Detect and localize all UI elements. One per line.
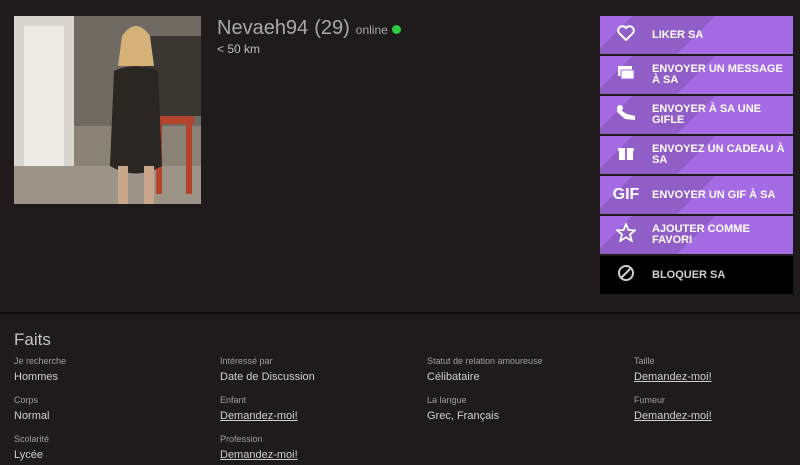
profile-age: (29) [314,17,350,39]
fact-looking-for: Je recherche Hommes [14,356,66,383]
fact-education: Scolarité Lycée [14,434,49,461]
fact-ask-me-link[interactable]: Demandez-moi! [220,410,298,422]
send-message-label: ENVOYER UN MESSAGE À SA [652,63,783,86]
fact-value: Date de Discussion [220,371,315,383]
profile-name: Nevaeh94 [217,17,309,39]
fact-key: Je recherche [14,356,67,366]
block-button[interactable]: BLOQUER SA [600,256,793,294]
send-gift-label: ENVOYEZ UN CADEAU À SA [652,143,785,166]
online-dot-icon [391,25,401,34]
fact-key: Profession [220,434,263,444]
fact-ask-me-link[interactable]: Demandez-moi! [220,449,298,461]
name-line: Nevaeh94 (29) online [217,17,401,40]
profile-distance: < 50 km [217,42,261,56]
block-label: BLOQUER SA [652,268,726,281]
profile-photo[interactable] [14,16,201,204]
send-gif-label: ENVOYER UN GIF À SA [652,188,776,201]
fact-language: La langue Grec, Français [427,395,499,422]
fact-children: Enfant Demandez-moi! [220,395,298,422]
fact-value: Grec, Français [427,410,500,422]
block-icon [600,264,652,287]
like-button[interactable]: LIKER SA [600,16,793,54]
fact-interested-in: Intéressé par Date de Discussion [220,356,315,383]
fact-ask-me-link[interactable]: Demandez-moi! [634,371,712,383]
fact-value: Lycée [14,449,43,461]
fact-value: Normal [14,410,50,422]
fact-value: Célibataire [427,371,480,383]
send-gift-button[interactable]: ENVOYEZ UN CADEAU À SA [600,136,793,174]
fact-value: Hommes [14,371,59,383]
fact-smoker: Fumeur Demandez-moi! [634,395,712,422]
add-favorite-label: AJOUTER COMME FAVORI [652,223,750,246]
slap-icon [600,104,652,127]
fact-key: Fumeur [634,395,666,405]
message-icon [600,65,652,86]
send-gif-button[interactable]: GIF ENVOYER UN GIF À SA [600,176,793,214]
send-message-button[interactable]: ENVOYER UN MESSAGE À SA [600,56,793,94]
gif-icon: GIF [612,186,640,203]
fact-key: Taille [634,356,655,366]
fact-relationship-status: Statut de relation amoureuse Célibataire [427,356,543,383]
send-slap-button[interactable]: ENVOYER À SA UNE GIFLE [600,96,793,134]
fact-profession: Profession Demandez-moi! [220,434,298,461]
action-panel: LIKER SA ENVOYER UN MESSAGE À SA ENVOYER… [600,16,793,296]
gift-icon [600,144,652,167]
like-label: LIKER SA [652,28,704,41]
profile-identity: Nevaeh94 (29) online < 50 km [217,17,401,56]
fact-body: Corps Normal [14,395,49,422]
online-status: online [355,23,388,37]
profile-header: Nevaeh94 (29) online < 50 km LIKER SA EN… [0,0,800,312]
facts-title: Faits [14,330,51,349]
send-slap-label: ENVOYER À SA UNE GIFLE [652,103,762,126]
add-favorite-button[interactable]: AJOUTER COMME FAVORI [600,216,793,254]
fact-key: Corps [14,395,39,405]
fact-key: Scolarité [14,434,50,444]
fact-key: Enfant [220,395,247,405]
fact-ask-me-link[interactable]: Demandez-moi! [634,410,712,422]
profile-photo-image [14,16,201,204]
fact-height: Taille Demandez-moi! [634,356,712,383]
star-icon [600,221,652,247]
heart-icon [600,24,652,46]
fact-key: Statut de relation amoureuse [427,356,543,366]
facts-section: Faits Je recherche Hommes Intéressé par … [0,314,800,465]
fact-key: Intéressé par [220,356,273,366]
fact-key: La langue [427,395,467,405]
